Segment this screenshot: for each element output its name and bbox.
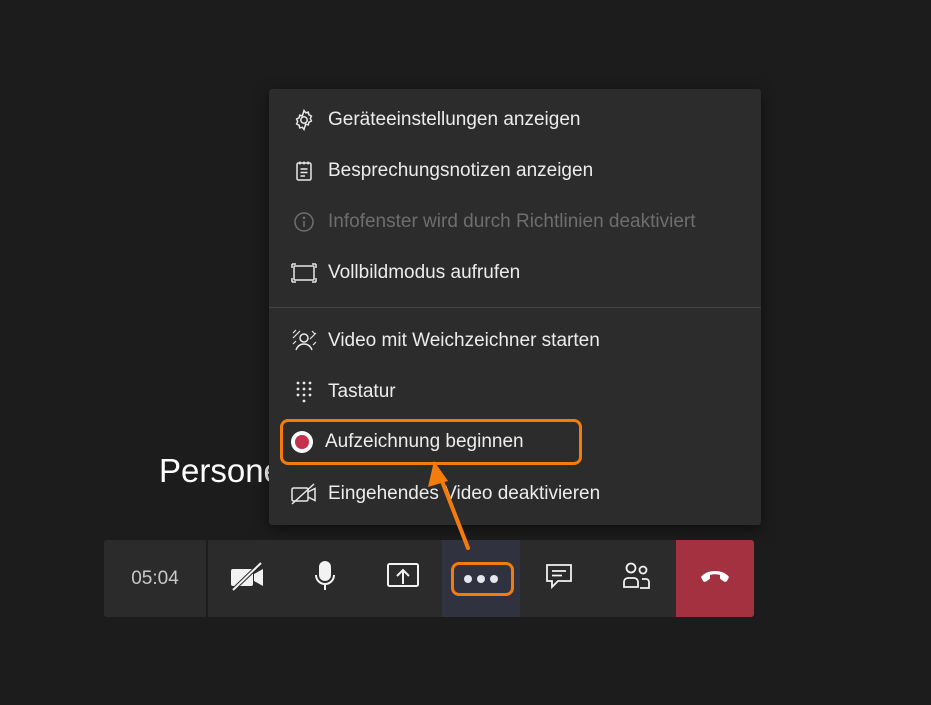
meeting-stage: Persone Geräteeinstellungen anzeigen Bes…: [0, 0, 931, 705]
annotation-arrow: [428, 461, 470, 550]
